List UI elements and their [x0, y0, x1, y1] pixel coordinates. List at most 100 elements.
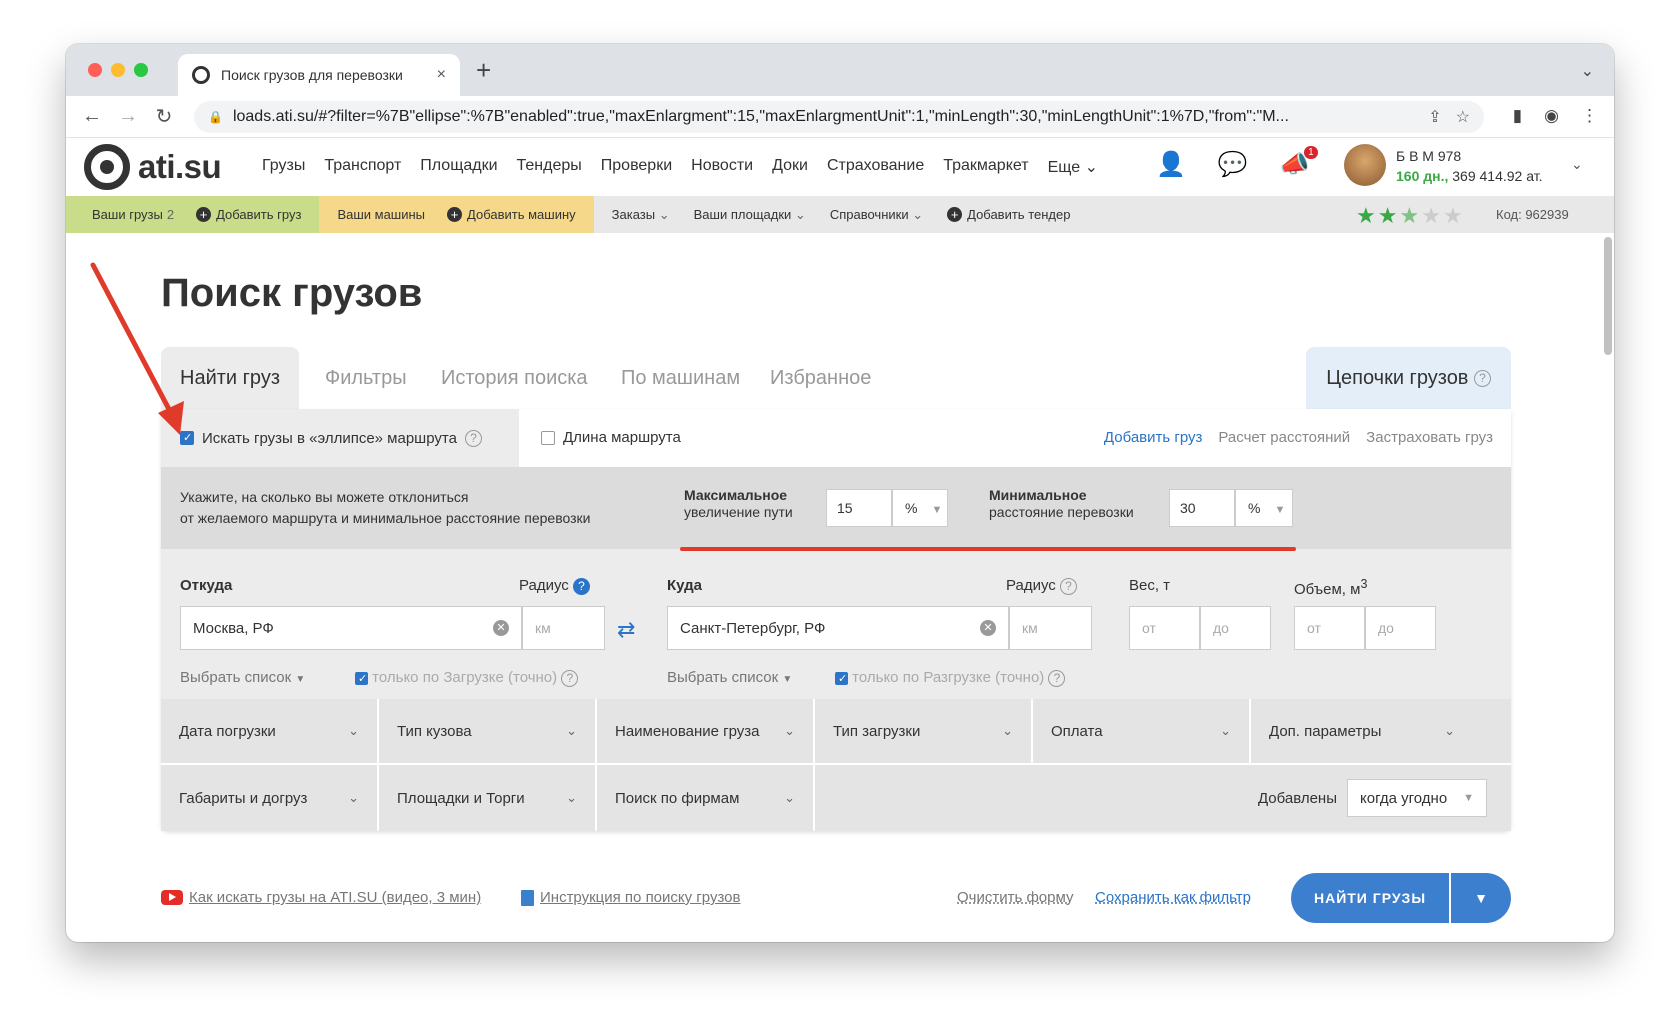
your-cars-link[interactable]: Ваши машины [337, 207, 425, 222]
tab-by-cars[interactable]: По машинам [621, 347, 740, 409]
user-search-icon[interactable]: 👤 [1156, 150, 1186, 179]
forward-icon[interactable]: → [110, 105, 146, 128]
cargo-name-dropdown[interactable]: Наименование груза ⌄ [597, 699, 815, 763]
payment-dropdown[interactable]: Оплата ⌄ [1033, 699, 1251, 763]
nav-item-truckmarket[interactable]: Тракмаркет [943, 157, 1028, 177]
distance-calc-link[interactable]: Расчет расстояний [1218, 429, 1350, 446]
back-icon[interactable]: ← [74, 105, 110, 128]
dimensions-dropdown[interactable]: Габариты и догруз ⌄ [161, 765, 379, 831]
nav-item-news[interactable]: Новости [691, 157, 753, 177]
tab-filters[interactable]: Фильтры [325, 347, 407, 409]
only-loading-checkbox[interactable] [355, 671, 368, 685]
minimize-window-button[interactable] [111, 63, 125, 77]
nav-item-more[interactable]: Еще ⌄ [1048, 157, 1098, 177]
find-options-button[interactable]: ▼ [1451, 873, 1511, 923]
tab-close-icon[interactable]: × [437, 66, 446, 84]
max-increase-input[interactable]: 15 [826, 489, 892, 527]
sites-auctions-dropdown[interactable]: Площадки и Торги ⌄ [379, 765, 597, 831]
route-length-checkbox[interactable] [541, 430, 555, 445]
help-icon[interactable]: ? [1048, 669, 1066, 687]
chevron-down-icon: ⌄ [348, 790, 359, 805]
add-car-button[interactable]: + Добавить машину [447, 207, 576, 222]
close-window-button[interactable] [88, 63, 102, 77]
orders-dropdown[interactable]: Заказы ⌄ [612, 207, 670, 223]
save-filter-link[interactable]: Сохранить как фильтр [1095, 889, 1251, 906]
extra-params-dropdown[interactable]: Доп. параметры ⌄ [1251, 699, 1473, 763]
min-distance-input[interactable]: 30 [1169, 489, 1235, 527]
avatar[interactable] [1344, 144, 1386, 186]
sidepanel-icon[interactable]: ▮ [1513, 106, 1522, 126]
help-icon[interactable]: ? [464, 429, 482, 447]
from-radius-input[interactable]: км [522, 606, 605, 650]
only-unloading-option[interactable]: только по Разгрузке (точно) ? [835, 669, 1066, 687]
your-cargo-link[interactable]: Ваши грузы 2 [92, 207, 174, 222]
firm-search-dropdown[interactable]: Поиск по фирмам ⌄ [597, 765, 815, 831]
add-tender-button[interactable]: + Добавить тендер [947, 207, 1070, 222]
body-type-dropdown[interactable]: Тип кузова ⌄ [379, 699, 597, 763]
insure-cargo-link[interactable]: Застраховать груз [1366, 429, 1493, 446]
share-icon[interactable]: ⇪ [1428, 107, 1441, 127]
loading-type-dropdown[interactable]: Тип загрузки ⌄ [815, 699, 1033, 763]
tab-favorites[interactable]: Избранное [770, 347, 871, 409]
new-tab-button[interactable]: + [476, 57, 491, 83]
help-icon[interactable]: ? [561, 669, 579, 687]
references-dropdown[interactable]: Справочники ⌄ [830, 207, 923, 223]
reload-icon[interactable]: ↻ [146, 104, 182, 129]
nav-item-cargo[interactable]: Грузы [262, 157, 305, 177]
video-link[interactable]: Как искать грузы на ATI.SU (видео, 3 мин… [161, 889, 481, 906]
swap-route-icon[interactable]: ⇄ [617, 617, 635, 643]
profile-icon[interactable]: ◉ [1544, 106, 1559, 126]
clear-icon[interactable]: ✕ [493, 620, 509, 636]
weight-to-input[interactable]: до [1200, 606, 1271, 650]
tab-cargo-chains[interactable]: Цепочки грузов ? [1306, 347, 1511, 409]
tab-history[interactable]: История поиска [441, 347, 588, 409]
weight-from-input[interactable]: от [1129, 606, 1200, 650]
user-info[interactable]: Б В М 978 160 дн., 369 414.92 ат. [1396, 146, 1542, 186]
browser-tab[interactable]: Поиск грузов для перевозки × [178, 54, 460, 96]
user-menu-chevron-icon[interactable]: ⌄ [1571, 156, 1583, 173]
to-radius-input[interactable]: км [1009, 606, 1092, 650]
only-unloading-checkbox[interactable] [835, 671, 848, 685]
clear-icon[interactable]: ✕ [980, 620, 996, 636]
address-bar[interactable]: 🔒 loads.ati.su/#?filter=%7B"ellipse":%7B… [194, 101, 1484, 133]
min-distance-unit-select[interactable]: % ▼ [1235, 489, 1293, 527]
add-cargo-button[interactable]: + Добавить груз [196, 207, 301, 222]
maximize-window-button[interactable] [134, 63, 148, 77]
notifications-icon[interactable]: 📣 1 [1280, 146, 1318, 179]
help-icon[interactable]: ? [1474, 370, 1491, 388]
to-choose-list[interactable]: Выбрать список ▼ [667, 669, 792, 686]
nav-item-checks[interactable]: Проверки [601, 157, 672, 177]
volume-to-input[interactable]: до [1365, 606, 1436, 650]
bookmark-star-icon[interactable]: ☆ [1456, 107, 1470, 127]
add-cargo-link[interactable]: Добавить груз [1104, 429, 1202, 446]
volume-from-input[interactable]: от [1294, 606, 1365, 650]
max-increase-unit-select[interactable]: % ▼ [892, 489, 948, 527]
instruction-link[interactable]: Инструкция по поиску грузов [521, 889, 740, 906]
route-length-option[interactable]: Длина маршрута [541, 429, 681, 446]
user-name: Б В М 978 [1396, 148, 1462, 164]
nav-item-insurance[interactable]: Страхование [827, 157, 924, 177]
help-icon[interactable]: ? [572, 577, 590, 595]
help-icon[interactable]: ? [1059, 577, 1077, 595]
ati-logo[interactable]: ati.su [84, 144, 222, 190]
nav-item-docs[interactable]: Доки [772, 157, 808, 177]
clear-form-link[interactable]: Очистить форму [957, 889, 1073, 906]
nav-item-transport[interactable]: Транспорт [324, 157, 401, 177]
from-input[interactable]: Москва, РФ ✕ [180, 606, 522, 650]
ellipse-option[interactable]: Искать грузы в «эллипсе» маршрута ? [161, 409, 519, 467]
star-icon: ★ [1421, 203, 1443, 228]
only-loading-option[interactable]: только по Загрузке (точно) ? [355, 669, 579, 687]
nav-item-sites[interactable]: Площадки [420, 157, 497, 177]
nav-item-tenders[interactable]: Тендеры [517, 157, 582, 177]
from-choose-list[interactable]: Выбрать список ▼ [180, 669, 305, 686]
to-input[interactable]: Санкт-Петербург, РФ ✕ [667, 606, 1009, 650]
your-sites-dropdown[interactable]: Ваши площадки ⌄ [694, 207, 806, 223]
tab-search-icon[interactable]: ⌄ [1581, 61, 1594, 81]
browser-menu-icon[interactable]: ⋮ [1581, 106, 1598, 126]
added-select[interactable]: когда угодно ▼ [1347, 779, 1487, 817]
loading-date-dropdown[interactable]: Дата погрузки ⌄ [161, 699, 379, 763]
tab-title: Поиск грузов для перевозки [221, 67, 403, 83]
scrollbar[interactable] [1604, 233, 1612, 942]
chat-icon[interactable]: 💬 [1218, 150, 1248, 179]
find-cargo-button[interactable]: НАЙТИ ГРУЗЫ [1291, 873, 1449, 923]
